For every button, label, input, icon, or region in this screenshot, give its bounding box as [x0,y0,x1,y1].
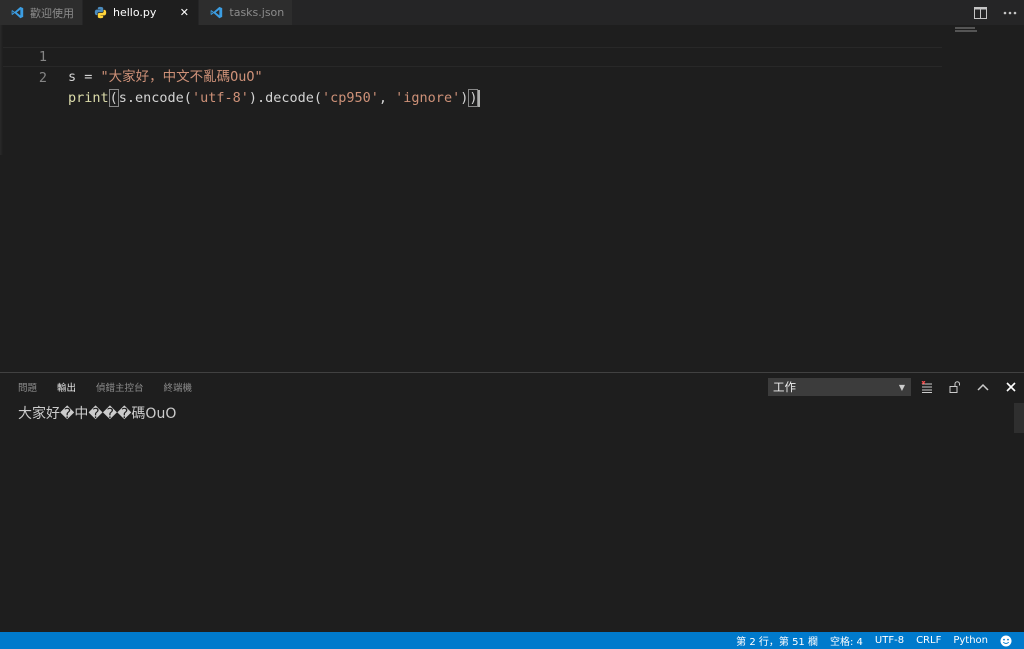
panel-tab-bar: 問題 輸出 偵錯主控台 終端機 [8,373,202,401]
panel-scrollbar[interactable] [1014,403,1024,433]
tab-welcome[interactable]: 歡迎使用 [0,0,83,25]
vscode-icon [10,6,24,20]
bracket-match: ) [468,89,479,107]
tab-output[interactable]: 輸出 [47,373,86,401]
line-number: 2 [38,70,47,86]
editor-tab-bar: 歡迎使用 hello.py ✕ tasks.json [0,0,1024,25]
line-code[interactable]: print(s.encode('utf-8').decode('cp950', … [68,88,481,108]
tab-hello-py[interactable]: hello.py ✕ [83,0,200,25]
code-token: "大家好，中文不亂碼OuO" [100,69,263,85]
output-channel-select[interactable]: 工作 ▼ [768,378,911,396]
close-panel-icon[interactable] [1004,379,1018,395]
tab-label: hello.py [113,6,157,19]
text-cursor [478,89,481,107]
status-cursor-position[interactable]: 第 2 行，第 51 欄 [730,632,824,649]
vscode-icon [209,6,223,20]
code-token: 'utf-8' [191,90,249,106]
code-editor[interactable]: 1 s = "大家好，中文不亂碼OuO" 2 print(s.encode('u… [0,25,1024,372]
editor-actions [972,0,1018,25]
code-token: s [68,69,77,85]
code-token: print [68,90,109,106]
split-editor-icon[interactable] [972,5,988,21]
code-token: ).decode( [248,90,322,106]
status-eol[interactable]: CRLF [910,632,947,649]
code-token: 'ignore' [395,90,461,106]
code-token: , [378,90,396,106]
tab-terminal[interactable]: 終端機 [154,373,203,401]
chevron-down-icon: ▼ [898,382,905,392]
tab-debug-console[interactable]: 偵錯主控台 [86,373,154,401]
clear-output-icon[interactable] [920,379,934,395]
tab-problems[interactable]: 問題 [8,373,47,401]
minimap-line [955,27,975,29]
code-line-current[interactable]: 2 print(s.encode('utf-8').decode('cp950'… [0,47,942,107]
status-encoding[interactable]: UTF-8 [869,632,910,649]
status-language[interactable]: Python [947,632,994,649]
status-indentation[interactable]: 空格: 4 [824,632,869,649]
maximize-panel-icon[interactable] [976,379,990,395]
feedback-smiley-icon[interactable] [994,632,1018,649]
output-text: 大家好�中���碼OuO [18,406,177,422]
python-icon [93,6,107,20]
line-code[interactable]: s = "大家好，中文不亂碼OuO" [68,67,263,87]
code-token: 'cp950' [322,90,379,106]
unlock-icon[interactable] [948,379,962,395]
minimap-line [955,30,977,32]
close-icon[interactable]: ✕ [178,6,190,19]
code-token: s.encode( [118,90,192,106]
tab-label: tasks.json [229,6,285,19]
panel-actions [920,378,1018,396]
tab-tasks-json[interactable]: tasks.json [199,0,294,25]
code-line[interactable]: 1 s = "大家好，中文不亂碼OuO" [0,27,942,85]
tab-label: 歡迎使用 [30,6,74,20]
more-actions-icon[interactable] [1002,5,1018,21]
output-channel-value: 工作 [773,380,796,394]
code-token: = [76,69,101,85]
bracket-match: ( [108,89,119,107]
output-panel: 問題 輸出 偵錯主控台 終端機 工作 ▼ 大家好�中���碼OuO [0,372,1024,632]
status-bar: 第 2 行，第 51 欄 空格: 4 UTF-8 CRLF Python [0,632,1024,649]
editor-scroll-shadow [0,25,3,155]
